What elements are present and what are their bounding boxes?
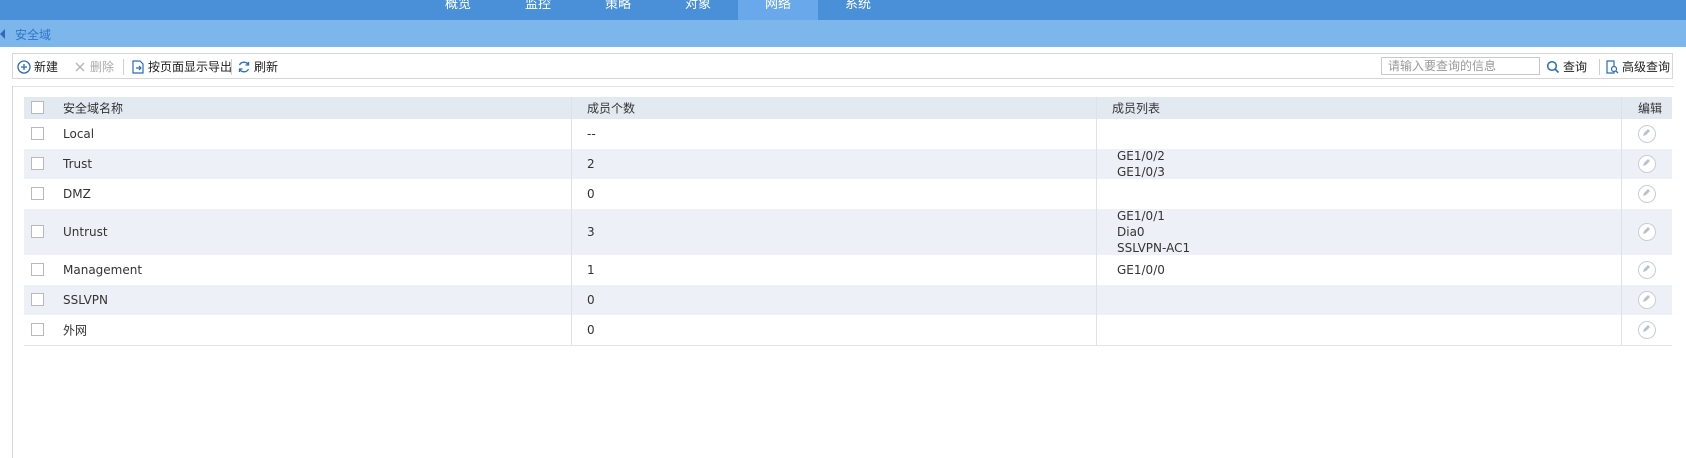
tab-system[interactable]: 系统 xyxy=(818,0,898,20)
member-count: 2 xyxy=(587,157,595,171)
delete-button[interactable]: 删除 xyxy=(73,58,114,76)
column-header-count: 成员个数 xyxy=(587,101,636,116)
zone-name: Management xyxy=(63,263,143,277)
zone-name: 外网 xyxy=(63,323,88,338)
member-list: GE1/0/1 Dia0 SSLVPN-AC1 xyxy=(1117,209,1191,255)
table-row[interactable]: Local -- xyxy=(24,119,1672,150)
edit-icon[interactable] xyxy=(1638,321,1656,339)
column-header-name: 安全域名称 xyxy=(63,101,124,116)
new-label: 新建 xyxy=(34,60,59,74)
zone-name: DMZ xyxy=(63,187,91,201)
member-list: GE1/0/0 xyxy=(1117,263,1165,277)
table-row[interactable]: SSLVPN 0 xyxy=(24,285,1672,316)
query-label: 查询 xyxy=(1563,60,1588,74)
refresh-icon xyxy=(238,61,250,73)
export-button[interactable]: 按页面显示导出 xyxy=(131,58,232,76)
plus-circle-icon xyxy=(17,60,31,74)
edit-icon[interactable] xyxy=(1638,125,1656,143)
query-button[interactable]: 查询 xyxy=(1546,58,1587,76)
toolbar-divider xyxy=(231,59,232,75)
refresh-label: 刷新 xyxy=(254,60,279,74)
member-count: 0 xyxy=(587,293,595,307)
refresh-button[interactable]: 刷新 xyxy=(237,58,278,76)
edit-icon[interactable] xyxy=(1638,185,1656,203)
close-icon xyxy=(75,62,85,72)
zone-name: Local xyxy=(63,127,95,141)
table-row[interactable]: Management 1 GE1/0/0 xyxy=(24,255,1672,286)
toolbar: 新建 删除 按页面显示导出 刷新 查询 高级查询 xyxy=(12,53,1673,79)
member-count: 0 xyxy=(587,323,595,337)
export-document-icon xyxy=(132,60,144,74)
advanced-query-button[interactable]: 高级查询 xyxy=(1605,58,1670,76)
collapse-sidebar-icon[interactable] xyxy=(0,29,5,39)
tab-monitor[interactable]: 监控 xyxy=(498,0,578,20)
member-count: 0 xyxy=(587,187,595,201)
delete-label: 删除 xyxy=(90,60,115,74)
search-icon xyxy=(1546,60,1560,74)
edit-icon[interactable] xyxy=(1638,155,1656,173)
member-count: 1 xyxy=(587,263,595,277)
top-navigation: 概览 监控 策略 对象 网络 系统 xyxy=(0,0,1686,20)
table-row[interactable]: DMZ 0 xyxy=(24,179,1672,210)
tab-overview[interactable]: 概览 xyxy=(418,0,498,20)
member-list: GE1/0/2 GE1/0/3 xyxy=(1117,149,1165,179)
member-count: 3 xyxy=(587,225,595,239)
page-title-bar: 安全域 xyxy=(0,20,1686,47)
advanced-search-icon xyxy=(1606,60,1619,74)
toolbar-divider xyxy=(123,59,124,75)
column-header-members: 成员列表 xyxy=(1112,101,1161,116)
tab-network[interactable]: 网络 xyxy=(738,0,818,20)
member-count: -- xyxy=(587,127,596,141)
table-row[interactable]: Untrust 3 GE1/0/1 Dia0 SSLVPN-AC1 xyxy=(24,209,1672,256)
search-input[interactable] xyxy=(1381,57,1540,75)
zone-name: Untrust xyxy=(63,225,108,239)
zone-name: Trust xyxy=(63,157,93,171)
zone-name: SSLVPN xyxy=(63,293,109,307)
table-row[interactable]: 外网 0 xyxy=(24,315,1672,346)
table-row[interactable]: Trust 2 GE1/0/2 GE1/0/3 xyxy=(24,149,1672,180)
advanced-query-label: 高级查询 xyxy=(1622,60,1671,74)
edit-icon[interactable] xyxy=(1638,291,1656,309)
new-button[interactable]: 新建 xyxy=(17,58,58,76)
edit-icon[interactable] xyxy=(1638,223,1656,241)
tab-objects[interactable]: 对象 xyxy=(658,0,738,20)
toolbar-divider xyxy=(1599,59,1600,75)
tab-policy[interactable]: 策略 xyxy=(578,0,658,20)
column-header-edit: 编辑 xyxy=(1638,101,1663,116)
table-header: 安全域名称 成员个数 成员列表 编辑 xyxy=(24,97,1672,120)
page-title: 安全域 xyxy=(15,28,52,42)
edit-icon[interactable] xyxy=(1638,261,1656,279)
export-label: 按页面显示导出 xyxy=(148,60,233,74)
